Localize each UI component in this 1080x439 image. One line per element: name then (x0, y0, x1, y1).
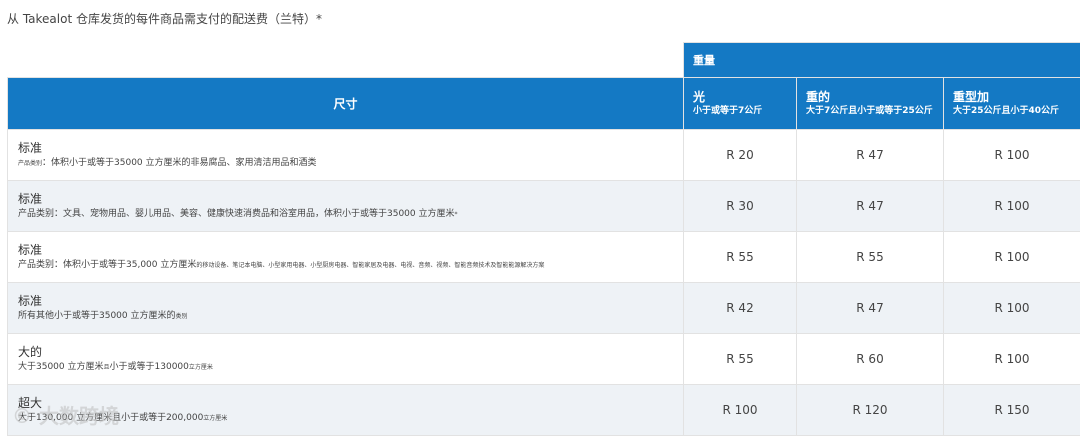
description-text: ：体积小于或等于35000 立方厘米的非易腐品、家用清洁用品和酒类 (42, 158, 317, 168)
heavy-plus-subtitle: 大于25公斤且小于40公斤 (953, 106, 1060, 116)
size-cell: 标准 产品类别：体积小于或等于35000 立方厘米的非易腐品、家用清洁用品和酒类 (7, 129, 684, 181)
heavy-plus-title: 重型加 (953, 90, 990, 104)
table-caption: 从 Takealot 仓库发货的每件商品需支付的配送费（兰特）* (7, 12, 322, 26)
size-cell: 超大 大于130,000 立方厘米且小于或等于200,000立方厘米 (7, 384, 684, 436)
price-heavy: R 47 (796, 282, 944, 334)
price-heavy: R 47 (796, 129, 944, 181)
size-title: 标准 (18, 243, 43, 257)
table-row: 大的 大于35000 立方厘米且小于或等于130000立方厘米 R 55 R 6… (7, 333, 1080, 385)
price-heavy-plus: R 100 (942, 231, 1080, 283)
light-column-header: 光 小于或等于7公斤 (683, 77, 797, 130)
heavy-title: 重的 (806, 90, 831, 104)
size-column-header: 尺寸 (7, 77, 684, 130)
shipping-fee-table: 重量 尺寸 光 小于或等于7公斤 重的 大于7公斤且小于或等于25公斤 重型加 … (7, 42, 1080, 436)
size-cell: 标准 产品类别：文具、宠物用品、婴儿用品、美容、健康快速消费品和浴室用品，体积小… (7, 180, 684, 232)
size-cell: 标准 产品类别：体积小于或等于35,000 立方厘米的移动设备、笔记本电脑、小型… (7, 231, 684, 283)
size-description: 产品类别：文具、宠物用品、婴儿用品、美容、健康快速消费品和浴室用品，体积小于或等… (18, 208, 683, 221)
price-heavy: R 55 (796, 231, 944, 283)
heavy-column-header: 重的 大于7公斤且小于或等于25公斤 (796, 77, 944, 130)
price-light: R 30 (683, 180, 797, 232)
size-description: 大于130,000 立方厘米且小于或等于200,000立方厘米 (18, 412, 683, 425)
description-text: 大于130,000 立方厘米且小于或等于200,000 (18, 413, 204, 423)
description-text: 产品类别：体积小于或等于35,000 立方厘米 (18, 260, 197, 270)
price-light: R 55 (683, 231, 797, 283)
category-list: 的移动设备、笔记本电脑、小型家用电器、小型厨房电器、智能家居及电器、电视、音频、… (196, 262, 545, 269)
size-title: 标准 (18, 141, 43, 155)
price-heavy: R 60 (796, 333, 944, 385)
unit-suffix: 立方厘米 (188, 364, 213, 371)
price-light: R 20 (683, 129, 797, 181)
size-title: 标准 (18, 294, 43, 308)
heavy-plus-column-header: 重型加 大于25公斤且小于40公斤 (942, 77, 1080, 130)
price-light: R 55 (683, 333, 797, 385)
description-text-2: 小于或等于130000 (109, 362, 189, 372)
category-suffix: 类别 (175, 313, 188, 320)
size-title: 标准 (18, 192, 43, 206)
unit-suffix: 立方厘米 (203, 415, 228, 422)
price-light: R 42 (683, 282, 797, 334)
size-cell: 大的 大于35000 立方厘米且小于或等于130000立方厘米 (7, 333, 684, 385)
footnote-mark: * (454, 211, 458, 218)
price-light: R 100 (683, 384, 797, 436)
size-description: 大于35000 立方厘米且小于或等于130000立方厘米 (18, 361, 683, 374)
light-title: 光 (693, 90, 706, 104)
size-description: 所有其他小于或等于35000 立方厘米的类别 (18, 310, 683, 323)
description-text: 所有其他小于或等于35000 立方厘米的 (18, 311, 176, 321)
table-row: 标准 产品类别：文具、宠物用品、婴儿用品、美容、健康快速消费品和浴室用品，体积小… (7, 180, 1080, 232)
table-row: 标准 产品类别：体积小于或等于35,000 立方厘米的移动设备、笔记本电脑、小型… (7, 231, 1080, 283)
table-row: 超大 大于130,000 立方厘米且小于或等于200,000立方厘米 R 100… (7, 384, 1080, 436)
price-heavy-plus: R 150 (942, 384, 1080, 436)
price-heavy: R 47 (796, 180, 944, 232)
price-heavy-plus: R 100 (942, 333, 1080, 385)
table-row: 标准 所有其他小于或等于35000 立方厘米的类别 R 42 R 47 R 10… (7, 282, 1080, 334)
small-label: 产品类别 (18, 160, 43, 167)
light-subtitle: 小于或等于7公斤 (693, 106, 763, 116)
size-cell: 标准 所有其他小于或等于35000 立方厘米的类别 (7, 282, 684, 334)
heavy-subtitle: 大于7公斤且小于或等于25公斤 (806, 106, 933, 116)
header-spacer (7, 42, 684, 78)
price-heavy-plus: R 100 (942, 129, 1080, 181)
size-description: 产品类别：体积小于或等于35,000 立方厘米的移动设备、笔记本电脑、小型家用电… (18, 259, 683, 272)
price-heavy-plus: R 100 (942, 180, 1080, 232)
price-heavy-plus: R 100 (942, 282, 1080, 334)
size-description: 产品类别：体积小于或等于35000 立方厘米的非易腐品、家用清洁用品和酒类 (18, 157, 683, 170)
size-title: 大的 (18, 345, 43, 359)
price-heavy: R 120 (796, 384, 944, 436)
table-row: 标准 产品类别：体积小于或等于35000 立方厘米的非易腐品、家用清洁用品和酒类… (7, 129, 1080, 181)
description-text: 产品类别：文具、宠物用品、婴儿用品、美容、健康快速消费品和浴室用品，体积小于或等… (18, 209, 455, 219)
weight-group-header: 重量 (682, 42, 1080, 78)
size-title: 超大 (18, 396, 43, 410)
description-text: 大于35000 立方厘米 (18, 362, 104, 372)
